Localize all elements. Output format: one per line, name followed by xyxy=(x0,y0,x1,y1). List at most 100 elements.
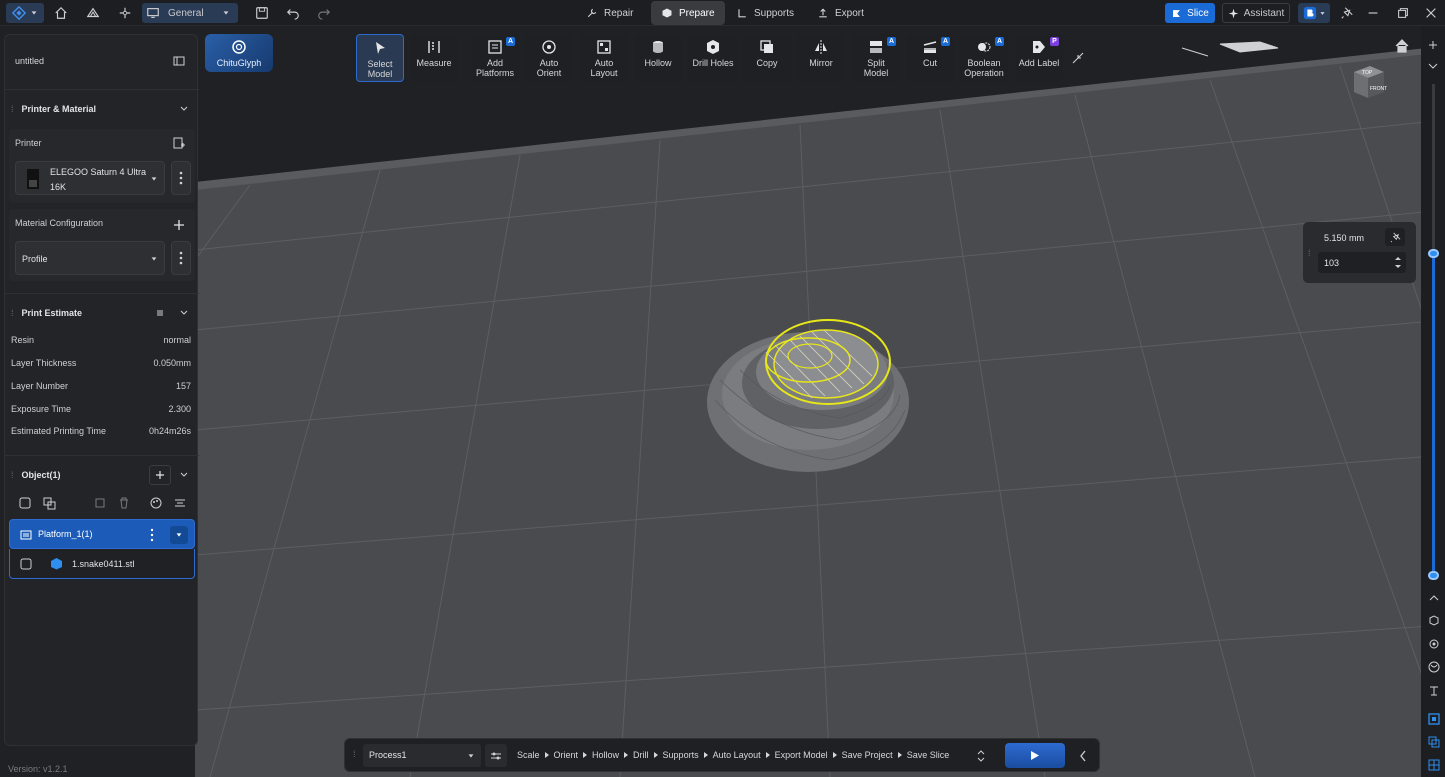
select-all-checkbox[interactable] xyxy=(19,497,31,509)
sphere-icon[interactable] xyxy=(1428,661,1440,673)
step-export-model[interactable]: Export Model xyxy=(775,750,828,760)
redo-button[interactable] xyxy=(316,3,332,23)
add-platforms-button[interactable]: A Add Platforms xyxy=(471,34,519,82)
tool-button-2[interactable] xyxy=(116,3,134,23)
pin-window-button[interactable] xyxy=(1340,3,1354,23)
model-item[interactable]: 1.snake0411.stl xyxy=(9,549,195,579)
drill-holes-button[interactable]: Drill Holes xyxy=(688,34,738,82)
printer-config-icon[interactable] xyxy=(173,137,185,149)
home-button[interactable] xyxy=(52,3,70,23)
estimate-label: Exposure Time xyxy=(11,404,72,414)
copy-view-icon[interactable] xyxy=(1428,736,1440,748)
sidebar-toggle-icon[interactable] xyxy=(173,55,185,67)
pro-badge: P xyxy=(1050,37,1059,46)
cut-button[interactable]: A Cut xyxy=(906,34,954,82)
estimate-value: 0.050mm xyxy=(153,358,191,368)
layer-slider-lower-thumb[interactable] xyxy=(1428,571,1439,580)
chituglyph-button[interactable]: ChituGlyph xyxy=(205,34,273,72)
restore-button[interactable] xyxy=(1396,3,1410,23)
more-vertical-icon[interactable] xyxy=(150,528,154,542)
list-icon[interactable] xyxy=(155,308,165,318)
profile-select[interactable]: Profile xyxy=(15,241,165,275)
nav-cube-top-label: TOP xyxy=(1362,70,1373,76)
layer-slider-up[interactable] xyxy=(1428,62,1438,72)
undo-button[interactable] xyxy=(285,3,301,23)
slice-label: Slice xyxy=(1187,7,1209,19)
workspace-select[interactable]: General xyxy=(142,3,238,23)
step-auto-layout[interactable]: Auto Layout xyxy=(713,750,761,760)
run-process-button[interactable] xyxy=(1005,743,1065,768)
tab-supports[interactable]: Supports xyxy=(726,1,804,25)
slice-button[interactable]: Slice xyxy=(1165,3,1215,23)
process-select[interactable]: Process1 xyxy=(363,744,481,767)
copy-button[interactable]: Copy xyxy=(743,34,791,82)
measure-button[interactable]: Measure xyxy=(410,34,458,82)
step-orient[interactable]: Orient xyxy=(554,750,579,760)
plus-icon[interactable] xyxy=(173,219,185,231)
step-save-project[interactable]: Save Project xyxy=(842,750,893,760)
printer-more-button[interactable] xyxy=(171,161,191,195)
chevron-left-icon[interactable] xyxy=(1079,750,1087,762)
layer-slider-upper-thumb[interactable] xyxy=(1428,249,1439,258)
layers-view-icon[interactable] xyxy=(1428,713,1440,725)
profile-more-button[interactable] xyxy=(171,241,191,275)
add-object-button[interactable] xyxy=(149,465,171,485)
minimize-button[interactable] xyxy=(1366,3,1380,23)
focus-icon[interactable] xyxy=(1428,638,1440,650)
select-model-button[interactable]: Select Model xyxy=(356,34,404,82)
home-icon xyxy=(1395,39,1409,53)
profile-label: Profile xyxy=(22,254,48,264)
view-presets[interactable] xyxy=(1180,38,1280,60)
app-menu-button[interactable] xyxy=(6,3,44,23)
chevron-up-icon[interactable] xyxy=(1428,592,1440,604)
filter-icon[interactable] xyxy=(174,497,186,509)
step-drill[interactable]: Drill xyxy=(633,750,649,760)
hollow-button[interactable]: Hollow xyxy=(634,34,682,82)
layer-number-input[interactable]: 103 xyxy=(1318,252,1406,273)
group-icon[interactable] xyxy=(43,497,56,510)
print-estimate-header[interactable]: ⁞ Print Estimate xyxy=(5,303,199,323)
tool-button-1[interactable] xyxy=(84,3,102,23)
tab-export[interactable]: Export xyxy=(807,1,874,25)
step-scale[interactable]: Scale xyxy=(517,750,540,760)
material-config-label: Material Configuration xyxy=(15,218,104,228)
add-label-button[interactable]: P Add Label xyxy=(1015,34,1063,82)
process-settings-button[interactable] xyxy=(485,744,507,767)
printer-material-header[interactable]: ⁞ Printer & Material xyxy=(5,99,199,119)
layer-slider-top-handle[interactable] xyxy=(1429,40,1437,50)
model-checkbox[interactable] xyxy=(20,558,32,570)
mirror-button[interactable]: Mirror xyxy=(797,34,845,82)
tab-prepare[interactable]: Prepare xyxy=(651,1,725,25)
reorder-icon[interactable] xyxy=(976,749,986,763)
stepper-icon[interactable] xyxy=(1394,255,1402,270)
platform-expand-button[interactable] xyxy=(170,526,188,544)
close-button[interactable] xyxy=(1424,3,1438,23)
tab-repair[interactable]: Repair xyxy=(576,1,643,25)
anchor-icon[interactable] xyxy=(1428,685,1440,697)
trash-icon[interactable] xyxy=(118,497,130,509)
step-hollow[interactable]: Hollow xyxy=(592,750,619,760)
box-view-icon[interactable] xyxy=(1428,614,1440,626)
assistant-button[interactable]: Assistant xyxy=(1222,3,1290,23)
home-view-button[interactable] xyxy=(1394,38,1410,54)
grid-view-icon[interactable] xyxy=(1428,759,1440,771)
step-save-slice[interactable]: Save Slice xyxy=(907,750,950,760)
save-button[interactable] xyxy=(254,3,270,23)
3d-viewport[interactable]: TOP FRONT xyxy=(0,26,1445,777)
collapse-toolbar-button[interactable] xyxy=(1072,52,1084,64)
estimate-label: Resin xyxy=(11,335,35,345)
estimate-row: Resin normal xyxy=(5,331,199,349)
auto-orient-button[interactable]: Auto Orient xyxy=(525,34,573,82)
frame-icon[interactable] xyxy=(94,497,106,509)
pin-layer-button[interactable] xyxy=(1385,228,1405,246)
printer-select[interactable]: ELEGOO Saturn 4 Ultra 16K xyxy=(15,161,165,195)
auto-layout-button[interactable]: Auto Layout xyxy=(580,34,628,82)
objects-header[interactable]: ⁞ Object(1) xyxy=(5,465,199,485)
brand-menu-button[interactable] xyxy=(1298,3,1330,23)
platform-item[interactable]: Platform_1(1) xyxy=(9,519,195,549)
step-supports[interactable]: Supports xyxy=(663,750,699,760)
split-model-button[interactable]: A Split Model xyxy=(852,34,900,82)
palette-icon[interactable] xyxy=(150,497,162,509)
nav-cube[interactable]: TOP FRONT xyxy=(1348,62,1388,102)
boolean-operation-button[interactable]: A Boolean Operation xyxy=(960,34,1008,82)
